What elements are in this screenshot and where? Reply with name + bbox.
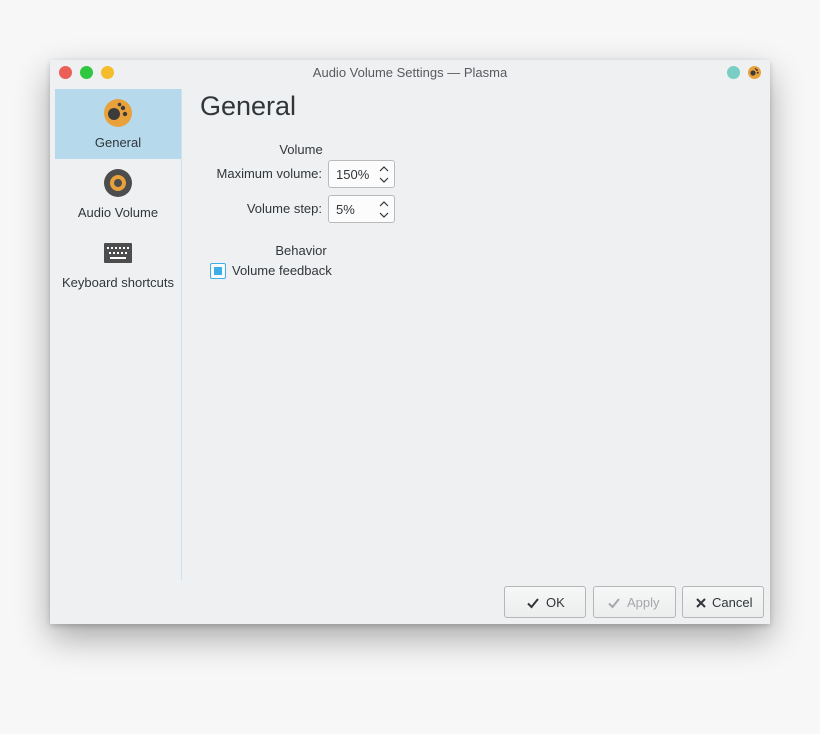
maximum-volume-label: Maximum volume:: [216, 166, 322, 181]
checkbox-checked-indicator: [214, 267, 222, 275]
apply-button[interactable]: Apply: [593, 586, 676, 618]
checkmark-icon: [608, 598, 620, 609]
behavior-group-heading: Behavior: [275, 243, 327, 258]
sidebar-item-label: Audio Volume: [77, 205, 159, 220]
cancel-x-icon: [696, 598, 706, 608]
page-title: General: [200, 91, 297, 121]
settings-window: Audio Volume Settings — Plasma General A…: [50, 60, 770, 624]
maximum-volume-spinbox[interactable]: 150%: [328, 160, 395, 188]
volume-group-heading: Volume: [279, 142, 323, 157]
volume-step-label: Volume step:: [246, 201, 322, 216]
volume-step-value[interactable]: 5%: [336, 202, 355, 217]
ok-button[interactable]: OK: [504, 586, 586, 618]
sidebar-item-general[interactable]: General: [55, 89, 181, 159]
apply-button-label: Apply: [627, 595, 660, 610]
sidebar-item-label: Keyboard shortcuts: [61, 275, 174, 290]
sidebar: General Audio Volume Keyboard shortcuts: [55, 89, 182, 580]
maximum-volume-value[interactable]: 150%: [336, 167, 369, 182]
app-menu-icon[interactable]: [748, 66, 761, 79]
volume-feedback-checkbox[interactable]: [210, 263, 226, 279]
chevron-down-icon[interactable]: [377, 209, 391, 221]
ok-button-label: OK: [546, 595, 565, 610]
window-title: Audio Volume Settings — Plasma: [312, 65, 508, 80]
general-icon: [104, 99, 132, 127]
volume-step-spinbox[interactable]: 5%: [328, 195, 395, 223]
audio-volume-icon: [104, 169, 132, 197]
sidebar-item-audio-volume[interactable]: Audio Volume: [55, 159, 181, 229]
keyboard-icon: [104, 243, 132, 263]
volume-feedback-label[interactable]: Volume feedback: [232, 263, 332, 278]
cancel-button[interactable]: Cancel: [682, 586, 764, 618]
pin-window-button[interactable]: [727, 66, 740, 79]
cancel-button-label: Cancel: [712, 595, 753, 610]
checkmark-icon: [527, 598, 539, 609]
chevron-down-icon[interactable]: [377, 174, 391, 186]
sidebar-item-label: General: [94, 135, 142, 150]
title-bar[interactable]: Audio Volume Settings — Plasma: [50, 60, 770, 87]
sidebar-item-keyboard-shortcuts[interactable]: Keyboard shortcuts: [55, 229, 181, 299]
